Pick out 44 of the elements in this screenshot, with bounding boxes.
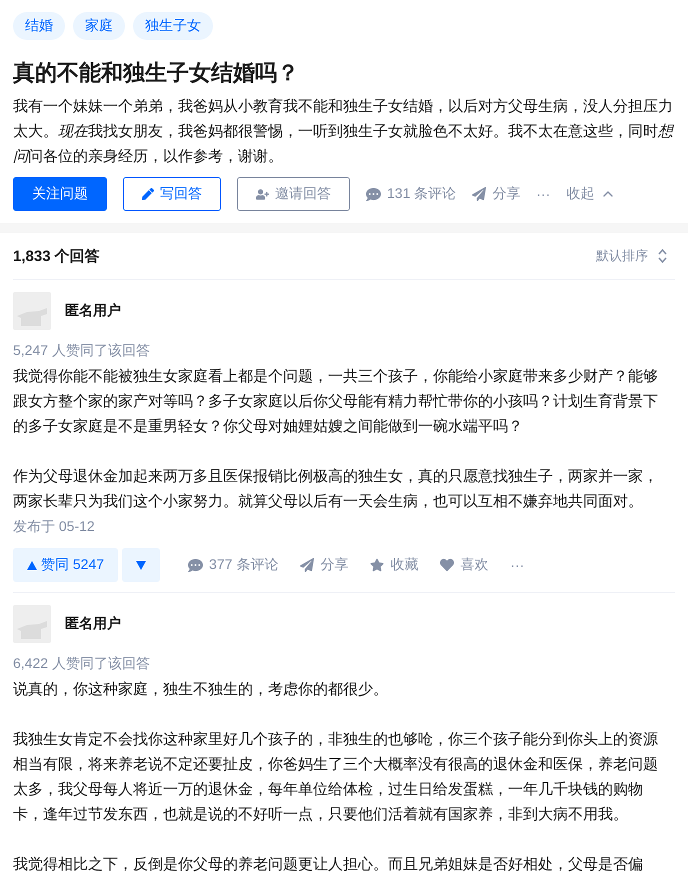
downvote-button[interactable] [122,548,160,582]
sort-chevrons-icon [658,248,667,264]
avatar[interactable] [13,605,51,643]
paper-plane-icon [300,558,314,572]
heart-icon [440,558,454,572]
collapse-button[interactable]: 收起 [566,185,616,203]
pencil-icon [142,188,154,200]
speech-bubble-icon [188,558,204,572]
triangle-up-icon [27,560,37,570]
avatar[interactable] [13,292,51,330]
upvote-count: 5,247 人赞同了该回答 [13,342,151,360]
share-button[interactable]: 分享 [300,556,348,574]
like-button[interactable]: 喜欢 [440,556,488,574]
more-button[interactable]: ··· [510,557,524,573]
comments-button[interactable]: 131 条评论 [366,185,456,203]
answer-paragraph: 我觉得你能不能被独生女家庭看上都是个问题，一共三个孩子，你能给小家庭带来多少财产？能够跟女方整个家的家产对等吗？多子女家庭以后你父母能有精力帮忙带你的小孩吗？计划生育背景下的多子女家庭是不是重男轻女？你父母对妯娌姑嫂之间能做到一碗水端平吗？ [13,367,659,437]
write-answer-button[interactable]: 写回答 [123,177,221,211]
upvote-count: 6,422 人赞同了该回答 [13,655,151,673]
topic-tag[interactable]: 独生子女 [133,12,213,40]
publish-date: 发布于 05-12 [13,518,96,536]
question-title: 真的不能和独生子女结婚吗？ [13,59,300,87]
topic-tag[interactable]: 结婚 [13,12,65,40]
upvote-button[interactable]: 赞同 5247 [13,548,118,582]
more-button[interactable]: ··· [536,186,550,202]
triangle-down-icon [136,560,146,570]
share-button[interactable]: 分享 [472,185,520,203]
author-name[interactable]: 匿名用户 [65,615,121,633]
answer-paragraph: 我觉得相比之下，反倒是你父母的养老问题更让人担心。而且兄弟姐妹是否好相处，父母是否偏 [13,855,644,875]
invite-button[interactable]: 邀请回答 [237,177,350,211]
paper-plane-icon [472,187,486,201]
topic-tag[interactable]: 家庭 [73,12,125,40]
answer-paragraph: 说真的，你这种家庭，独生不独生的，考虑你的都很少。 [13,680,389,700]
favorite-button[interactable]: 收藏 [370,556,418,574]
speech-bubble-icon [366,186,381,202]
answer-paragraph: 我独生女肯定不会找你这种家里好几个孩子的，非独生的也够呛，你三个孩子能分到你头上的资源相当有限，将来养老说不定还要扯皮，你爸妈生了三个大概率没有很高的退休金和医保，养老问题太多，我父母每人将近一万的退休金，每年单位给体检，过生日给发蛋糕，一年几千块钱的购物卡，逢年过节发东西，也就是说的不好听一点，只要他们活着就有国家养，非到大病不用我。 [13,730,659,825]
sort-button[interactable]: 默认排序 [596,247,675,265]
author-name[interactable]: 匿名用户 [65,302,121,320]
star-icon [370,558,384,572]
add-user-icon [256,188,269,200]
answer-count: 1,833 个回答 [13,246,100,266]
answer-paragraph: 作为父母退休金加起来两万多且医保报销比例极高的独生女，真的只愿意找独生子，两家并一家，两家长辈只为我们这个小家努力。就算父母以后有一天会生病，也可以互相不嫌弃地共同面对。 [13,467,659,512]
question-description: 我有一个妹妹一个弟弟，我爸妈从小教育我不能和独生子女结婚，以后对方父母生病，没人分担压力太大。现在我找女朋友，我爸妈都很警惕，一听到独生子女就脸色不太好。我不太在意这些，同时想问问各位的亲身经历，以作参考，谢谢。 [13,97,675,167]
follow-button[interactable]: 关注问题 [13,177,107,211]
comments-button[interactable]: 377 条评论 [188,556,278,574]
